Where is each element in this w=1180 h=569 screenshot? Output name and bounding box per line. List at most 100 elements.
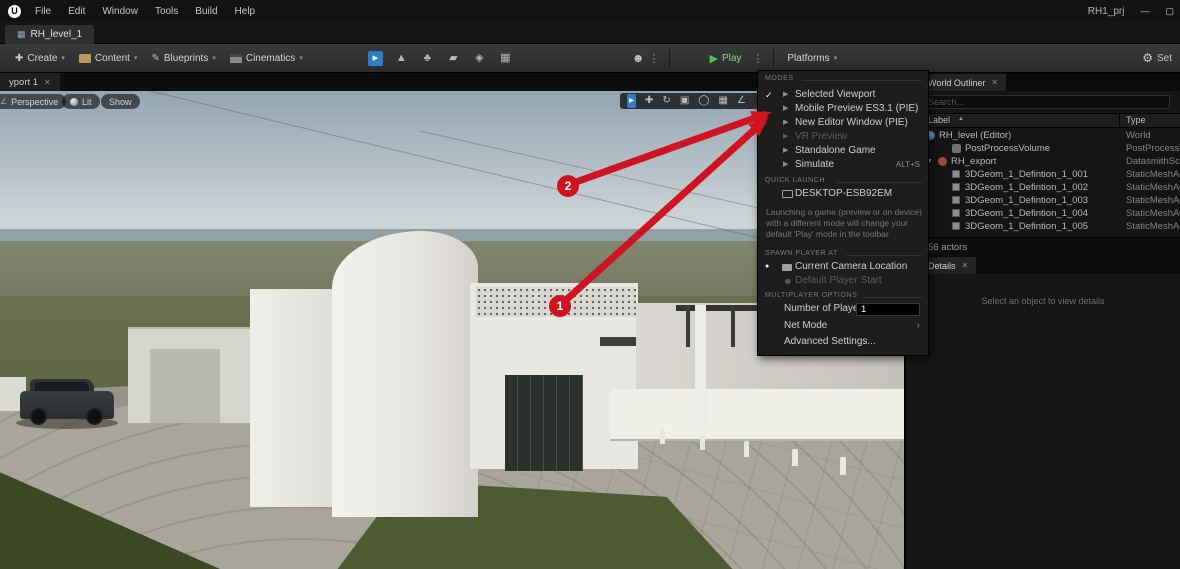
create-button[interactable]: ✚ Create ▾ — [8, 47, 72, 69]
settings-button[interactable]: ⚙ Set — [1142, 51, 1172, 65]
session-kebab-icon[interactable]: ⋮ — [648, 52, 659, 65]
number-of-players-label: Number of Players — [784, 303, 867, 314]
outliner-row-geom-002[interactable]: 3DGeom_1_Defintion_1_002 StaticMeshAc — [906, 181, 1180, 194]
grid-snap-icon[interactable]: ▦ — [718, 94, 727, 108]
outliner-column-header[interactable]: Label ▲ Type — [906, 113, 1180, 129]
lit-button[interactable]: Lit — [62, 94, 100, 109]
platforms-button[interactable]: Platforms ▾ — [780, 47, 844, 69]
device-monitor-icon — [782, 190, 793, 198]
row-type: DatasmithSce — [1126, 156, 1180, 167]
menu-item-mobile-preview[interactable]: ▶ Mobile Preview ES3.1 (PIE) — [758, 102, 928, 116]
menu-window[interactable]: Window — [102, 6, 138, 17]
cinematics-icon — [229, 53, 242, 63]
outliner-close-icon[interactable]: ✕ — [991, 78, 998, 87]
row-label: RH_export — [951, 156, 997, 167]
multiplayer-header: MULTIPLAYER OPTIONS — [765, 292, 858, 299]
outliner-row-geom-004[interactable]: 3DGeom_1_Defintion_1_004 StaticMeshAc — [906, 207, 1180, 220]
outliner-row-postprocess[interactable]: PostProcessVolume PostProcessVo — [906, 142, 1180, 155]
unreal-logo-icon: U — [8, 4, 21, 18]
menu-item-current-camera-location[interactable]: ● Current Camera Location — [758, 260, 928, 274]
row-type: PostProcessVo — [1126, 143, 1180, 154]
project-name: RH1_prj — [1087, 5, 1125, 17]
outliner-row-rh-export[interactable]: ▼ RH_export DatasmithSce — [906, 155, 1180, 168]
menu-build[interactable]: Build — [195, 6, 217, 17]
select-mode-icon[interactable]: ▸ — [367, 50, 383, 66]
column-label: Label — [928, 115, 951, 125]
menu-help[interactable]: Help — [235, 6, 256, 17]
cinematics-label: Cinematics — [245, 52, 296, 64]
outliner-footer: 56 actors — [906, 237, 1180, 256]
play-options-kebab-icon[interactable]: ⋮ — [752, 52, 763, 65]
section-rule — [836, 182, 922, 183]
menu-item-advanced-settings[interactable]: Advanced Settings... — [758, 335, 928, 349]
outliner-row-geom-001[interactable]: 3DGeom_1_Defintion_1_001 StaticMeshAc — [906, 168, 1180, 181]
menu-item-net-mode[interactable]: Net Mode › — [758, 319, 928, 333]
menu-item-simulate[interactable]: ▶ Simulate ALT+S — [758, 158, 928, 172]
net-mode-label: Net Mode — [784, 320, 828, 331]
viewport-tab[interactable]: yport 1 ✕ — [0, 73, 60, 91]
foliage-mode-icon[interactable]: ♣ — [420, 51, 435, 66]
menu-row-number-of-players: Number of Players — [758, 302, 928, 317]
static-mesh-icon — [952, 183, 960, 191]
editor-modes-group: ▸ ▲ ♣ ▰ ◈ ▦ — [367, 50, 524, 66]
select-tool-icon[interactable]: ▸ — [627, 94, 637, 108]
content-caret-icon: ▾ — [133, 55, 138, 62]
row-label: 3DGeom_1_Defintion_1_002 — [965, 182, 1089, 193]
tab-world-outliner[interactable]: World Outliner ✕ — [920, 74, 1007, 91]
menu-file[interactable]: File — [35, 6, 51, 17]
play-menu-info-text: Launching a game (preview or on device) … — [766, 207, 922, 240]
move-tool-icon[interactable]: ✚ — [645, 94, 653, 108]
device-label: DESKTOP-ESB92EM — [795, 188, 893, 199]
restore-button[interactable]: ▢ — [1165, 6, 1174, 17]
world-space-icon[interactable]: ◯ — [698, 94, 709, 108]
static-mesh-icon — [952, 222, 960, 230]
content-folder-icon — [78, 53, 91, 63]
details-tab-bar: Details ✕ — [906, 256, 1180, 274]
show-label: Show — [109, 96, 132, 107]
menu-tools[interactable]: Tools — [155, 6, 178, 17]
minimize-button[interactable]: — — [1140, 6, 1149, 16]
blueprints-label: Blueprints — [163, 52, 209, 64]
outliner-tab-label: World Outliner — [928, 77, 986, 88]
play-mode-icon: ▶ — [783, 91, 789, 98]
angle-snap-icon[interactable]: ∠ — [737, 94, 746, 108]
session-user-icon[interactable]: ☻ — [632, 51, 645, 65]
brush-edit-mode-icon[interactable]: ▦ — [498, 51, 513, 66]
tab-rh-level-1[interactable]: ▦ RH_level_1 — [5, 25, 95, 44]
details-close-icon[interactable]: ✕ — [962, 261, 969, 270]
menu-item-quick-launch-device[interactable]: DESKTOP-ESB92EM — [758, 187, 928, 201]
static-mesh-icon — [952, 170, 960, 178]
fracture-mode-icon[interactable]: ◈ — [472, 51, 487, 66]
perspective-button[interactable]: ∠ Perspective — [0, 94, 67, 109]
menu-bar: U File Edit Window Tools Build Help RH1_… — [0, 0, 1180, 22]
show-button[interactable]: Show — [101, 94, 140, 109]
mesh-paint-mode-icon[interactable]: ▰ — [446, 51, 461, 66]
menu-edit[interactable]: Edit — [68, 6, 85, 17]
content-button[interactable]: Content ▾ — [72, 47, 145, 69]
play-button[interactable]: ▶ Play — [702, 47, 748, 69]
menu-item-selected-viewport[interactable]: ✓ ▶ Selected Viewport — [758, 88, 928, 102]
outliner-row-rh-level[interactable]: ▼ RH_level (Editor) World — [906, 129, 1180, 142]
row-type: StaticMeshAc — [1126, 221, 1180, 232]
level-tab-bar: ▦ RH_level_1 — [0, 22, 1180, 44]
blueprints-button[interactable]: ✎ Blueprints ▾ — [144, 47, 222, 69]
check-icon: ✓ — [765, 90, 773, 100]
column-divider — [1119, 114, 1120, 129]
rotate-tool-icon[interactable]: ↻ — [662, 94, 670, 108]
landscape-mode-icon[interactable]: ▲ — [394, 51, 409, 66]
outliner-row-geom-005[interactable]: 3DGeom_1_Defintion_1_005 StaticMeshAc — [906, 220, 1180, 233]
play-label: Play — [721, 52, 742, 64]
number-of-players-input[interactable] — [856, 303, 920, 316]
quick-launch-header: QUICK LAUNCH — [765, 177, 826, 184]
menu-item-new-editor-window[interactable]: ▶ New Editor Window (PIE) — [758, 116, 928, 130]
outliner-row-geom-003[interactable]: 3DGeom_1_Defintion_1_003 StaticMeshAc — [906, 194, 1180, 207]
row-label: 3DGeom_1_Defintion_1_005 — [965, 221, 1089, 232]
outliner-search-input[interactable] — [922, 95, 1170, 109]
item-label: Default Player Start — [795, 275, 882, 286]
scale-tool-icon[interactable]: ▣ — [680, 94, 689, 108]
viewport-tab-close-icon[interactable]: ✕ — [44, 78, 51, 87]
cinematics-button[interactable]: Cinematics ▾ — [223, 47, 310, 69]
play-mode-icon: ▶ — [783, 105, 789, 112]
shortcut-label: ALT+S — [895, 160, 920, 169]
menu-item-standalone-game[interactable]: ▶ Standalone Game — [758, 144, 928, 158]
